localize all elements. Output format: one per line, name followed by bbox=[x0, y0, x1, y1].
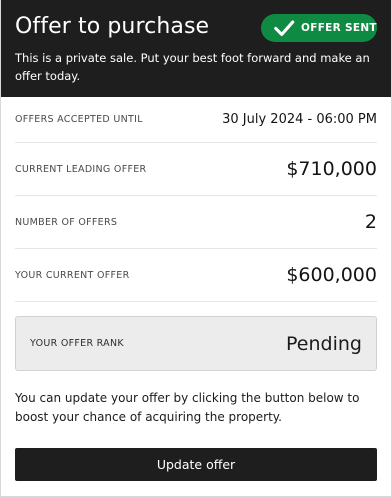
detail-label: NUMBER OF OFFERS bbox=[15, 216, 118, 228]
offer-sent-badge: OFFER SENT bbox=[261, 14, 377, 42]
check-icon bbox=[274, 20, 295, 36]
badge-label: OFFER SENT bbox=[301, 22, 377, 34]
update-info-text: You can update your offer by clicking th… bbox=[15, 391, 360, 424]
detail-row-offers-until: OFFERS ACCEPTED UNTIL 30 July 2024 - 06:… bbox=[15, 97, 377, 143]
detail-value: 2 bbox=[364, 211, 377, 233]
offer-details: OFFERS ACCEPTED UNTIL 30 July 2024 - 06:… bbox=[1, 97, 391, 302]
detail-label: OFFERS ACCEPTED UNTIL bbox=[15, 114, 143, 125]
detail-value: $600,000 bbox=[286, 264, 377, 286]
offer-header: Offer to purchase OFFER SENT This is a p… bbox=[1, 0, 391, 97]
detail-row-your-offer: YOUR CURRENT OFFER $600,000 bbox=[15, 249, 377, 302]
offer-card: Offer to purchase OFFER SENT This is a p… bbox=[0, 0, 392, 497]
detail-label: YOUR CURRENT OFFER bbox=[15, 269, 130, 281]
detail-row-leading-offer: CURRENT LEADING OFFER $710,000 bbox=[15, 143, 377, 196]
update-offer-button[interactable]: Update offer bbox=[15, 448, 377, 481]
rank-label: YOUR OFFER RANK bbox=[30, 338, 124, 349]
detail-row-number-of-offers: NUMBER OF OFFERS 2 bbox=[15, 196, 377, 249]
header-subtitle: This is a private sale. Put your best fo… bbox=[15, 51, 370, 83]
detail-value: $710,000 bbox=[286, 158, 377, 180]
offer-rank-box: YOUR OFFER RANK Pending bbox=[15, 316, 377, 371]
rank-value: Pending bbox=[286, 332, 362, 355]
detail-label: CURRENT LEADING OFFER bbox=[15, 163, 147, 175]
detail-value: 30 July 2024 - 06:00 PM bbox=[222, 112, 377, 127]
